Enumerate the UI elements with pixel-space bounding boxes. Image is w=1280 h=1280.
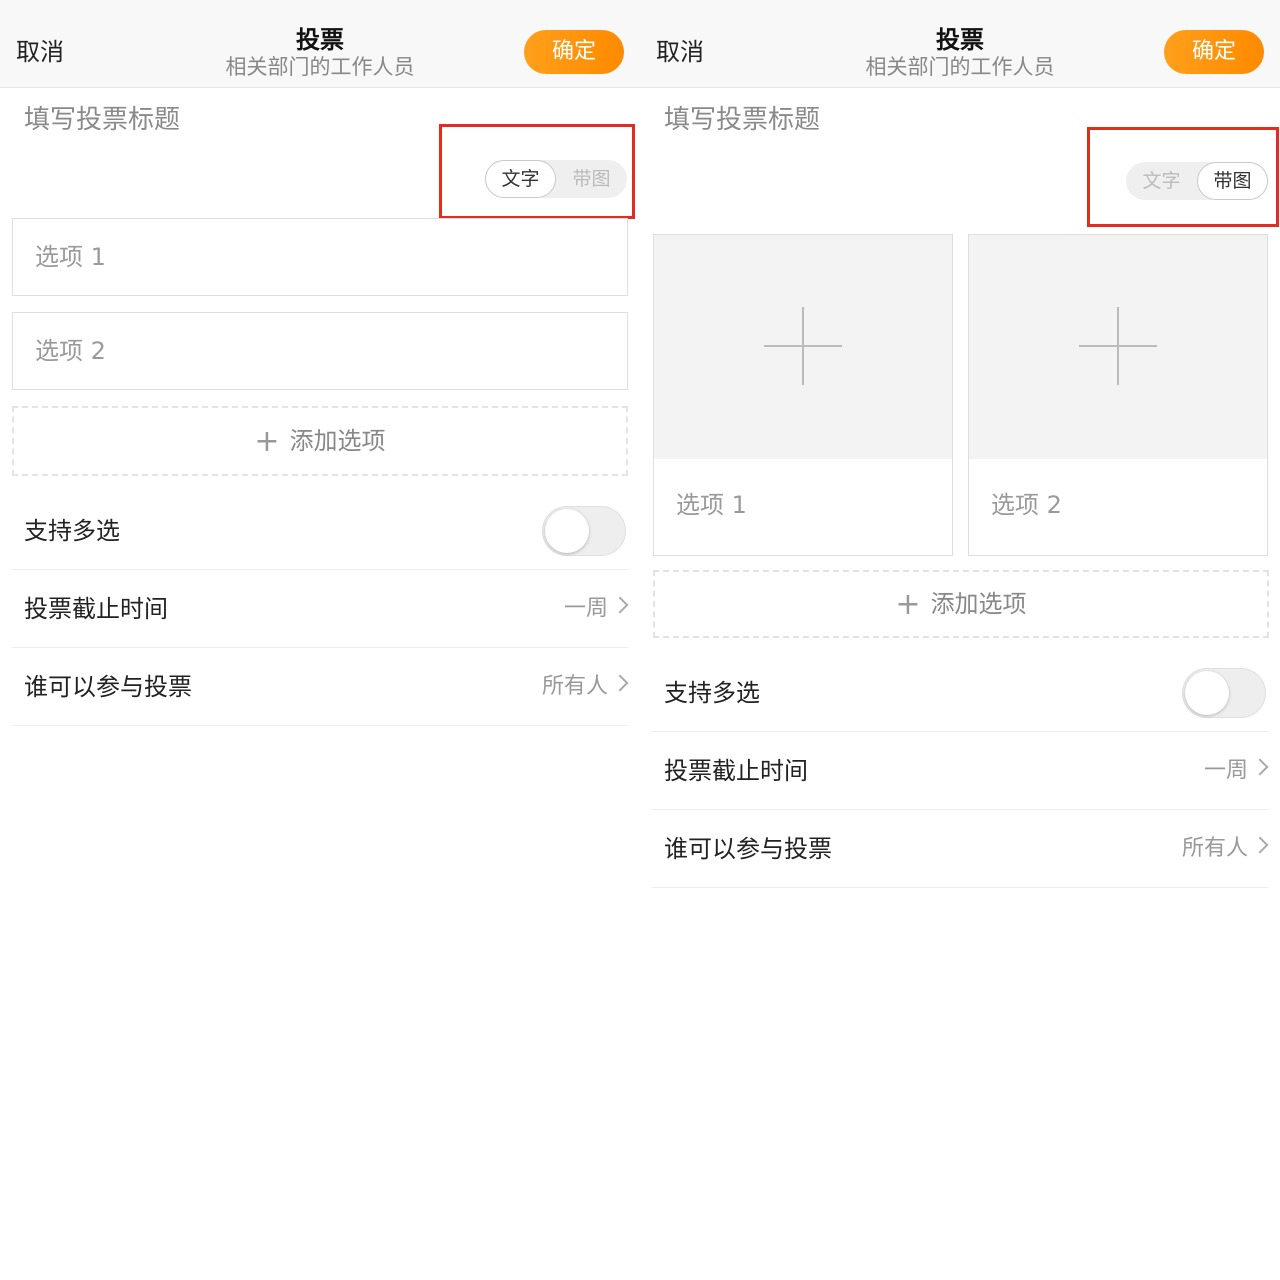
participants-value: 所有人 [541, 674, 608, 699]
deadline-label: 投票截止时间 [664, 757, 808, 785]
deadline-row[interactable]: 投票截止时间 一周 [12, 570, 629, 648]
deadline-value: 一周 [563, 596, 608, 621]
chevron-right-icon [611, 596, 629, 614]
plus-icon [802, 307, 804, 385]
mode-toggle: 文字 带图 [485, 160, 627, 198]
switch-knob [1185, 671, 1229, 715]
chevron-right-icon [1251, 836, 1269, 854]
nav-bar: 取消 投票 相关部门的工作人员 确定 [640, 0, 1280, 88]
option-2-input[interactable]: 选项 2 [991, 487, 1062, 523]
option-1-input[interactable]: 选项 1 [12, 218, 628, 296]
option-2-card[interactable]: 选项 2 [968, 234, 1268, 556]
chevron-right-icon [611, 674, 629, 692]
add-option-label: 添加选项 [930, 590, 1027, 618]
add-option-button[interactable]: + 添加选项 [12, 406, 628, 476]
vote-title-input[interactable]: 填写投票标题 [24, 102, 180, 138]
chevron-right-icon [1251, 758, 1269, 776]
participants-label: 谁可以参与投票 [664, 835, 832, 863]
option-1-image-placeholder[interactable] [654, 235, 952, 459]
add-option-button[interactable]: + 添加选项 [653, 570, 1269, 638]
vote-screen-text-mode: 取消 投票 相关部门的工作人员 确定 填写投票标题 文字 带图 选项 1 选项 … [0, 0, 640, 1280]
deadline-row[interactable]: 投票截止时间 一周 [652, 732, 1269, 810]
multi-select-switch[interactable] [542, 506, 626, 556]
add-option-label: 添加选项 [289, 427, 386, 455]
deadline-label: 投票截止时间 [24, 595, 168, 623]
mode-toggle: 文字 带图 [1126, 162, 1268, 200]
plus-icon: + [254, 424, 280, 459]
multi-select-label: 支持多选 [664, 679, 760, 707]
plus-icon: + [895, 587, 921, 622]
confirm-button[interactable]: 确定 [1164, 30, 1264, 74]
participants-value: 所有人 [1181, 836, 1248, 861]
multi-select-switch[interactable] [1182, 668, 1266, 718]
option-1-input[interactable]: 选项 1 [676, 487, 747, 523]
deadline-value: 一周 [1203, 758, 1248, 783]
switch-knob [545, 509, 589, 553]
vote-title-input[interactable]: 填写投票标题 [664, 102, 820, 138]
participants-row[interactable]: 谁可以参与投票 所有人 [12, 648, 629, 726]
option-2-image-placeholder[interactable] [969, 235, 1267, 459]
nav-bar: 取消 投票 相关部门的工作人员 确定 [0, 0, 640, 88]
mode-image-option[interactable]: 带图 [1197, 162, 1268, 200]
mode-image-option[interactable]: 带图 [556, 160, 627, 198]
multi-select-row: 支持多选 [12, 492, 628, 570]
option-1-card[interactable]: 选项 1 [653, 234, 953, 556]
participants-label: 谁可以参与投票 [24, 673, 192, 701]
multi-select-row: 支持多选 [652, 654, 1268, 732]
option-2-input[interactable]: 选项 2 [12, 312, 628, 390]
participants-row[interactable]: 谁可以参与投票 所有人 [652, 810, 1269, 888]
plus-icon [1117, 307, 1119, 385]
vote-screen-image-mode: 取消 投票 相关部门的工作人员 确定 填写投票标题 文字 带图 选项 1 选项 … [640, 0, 1280, 1280]
mode-text-option[interactable]: 文字 [1126, 162, 1197, 200]
confirm-button[interactable]: 确定 [524, 30, 624, 74]
multi-select-label: 支持多选 [24, 517, 120, 545]
mode-text-option[interactable]: 文字 [485, 160, 556, 198]
